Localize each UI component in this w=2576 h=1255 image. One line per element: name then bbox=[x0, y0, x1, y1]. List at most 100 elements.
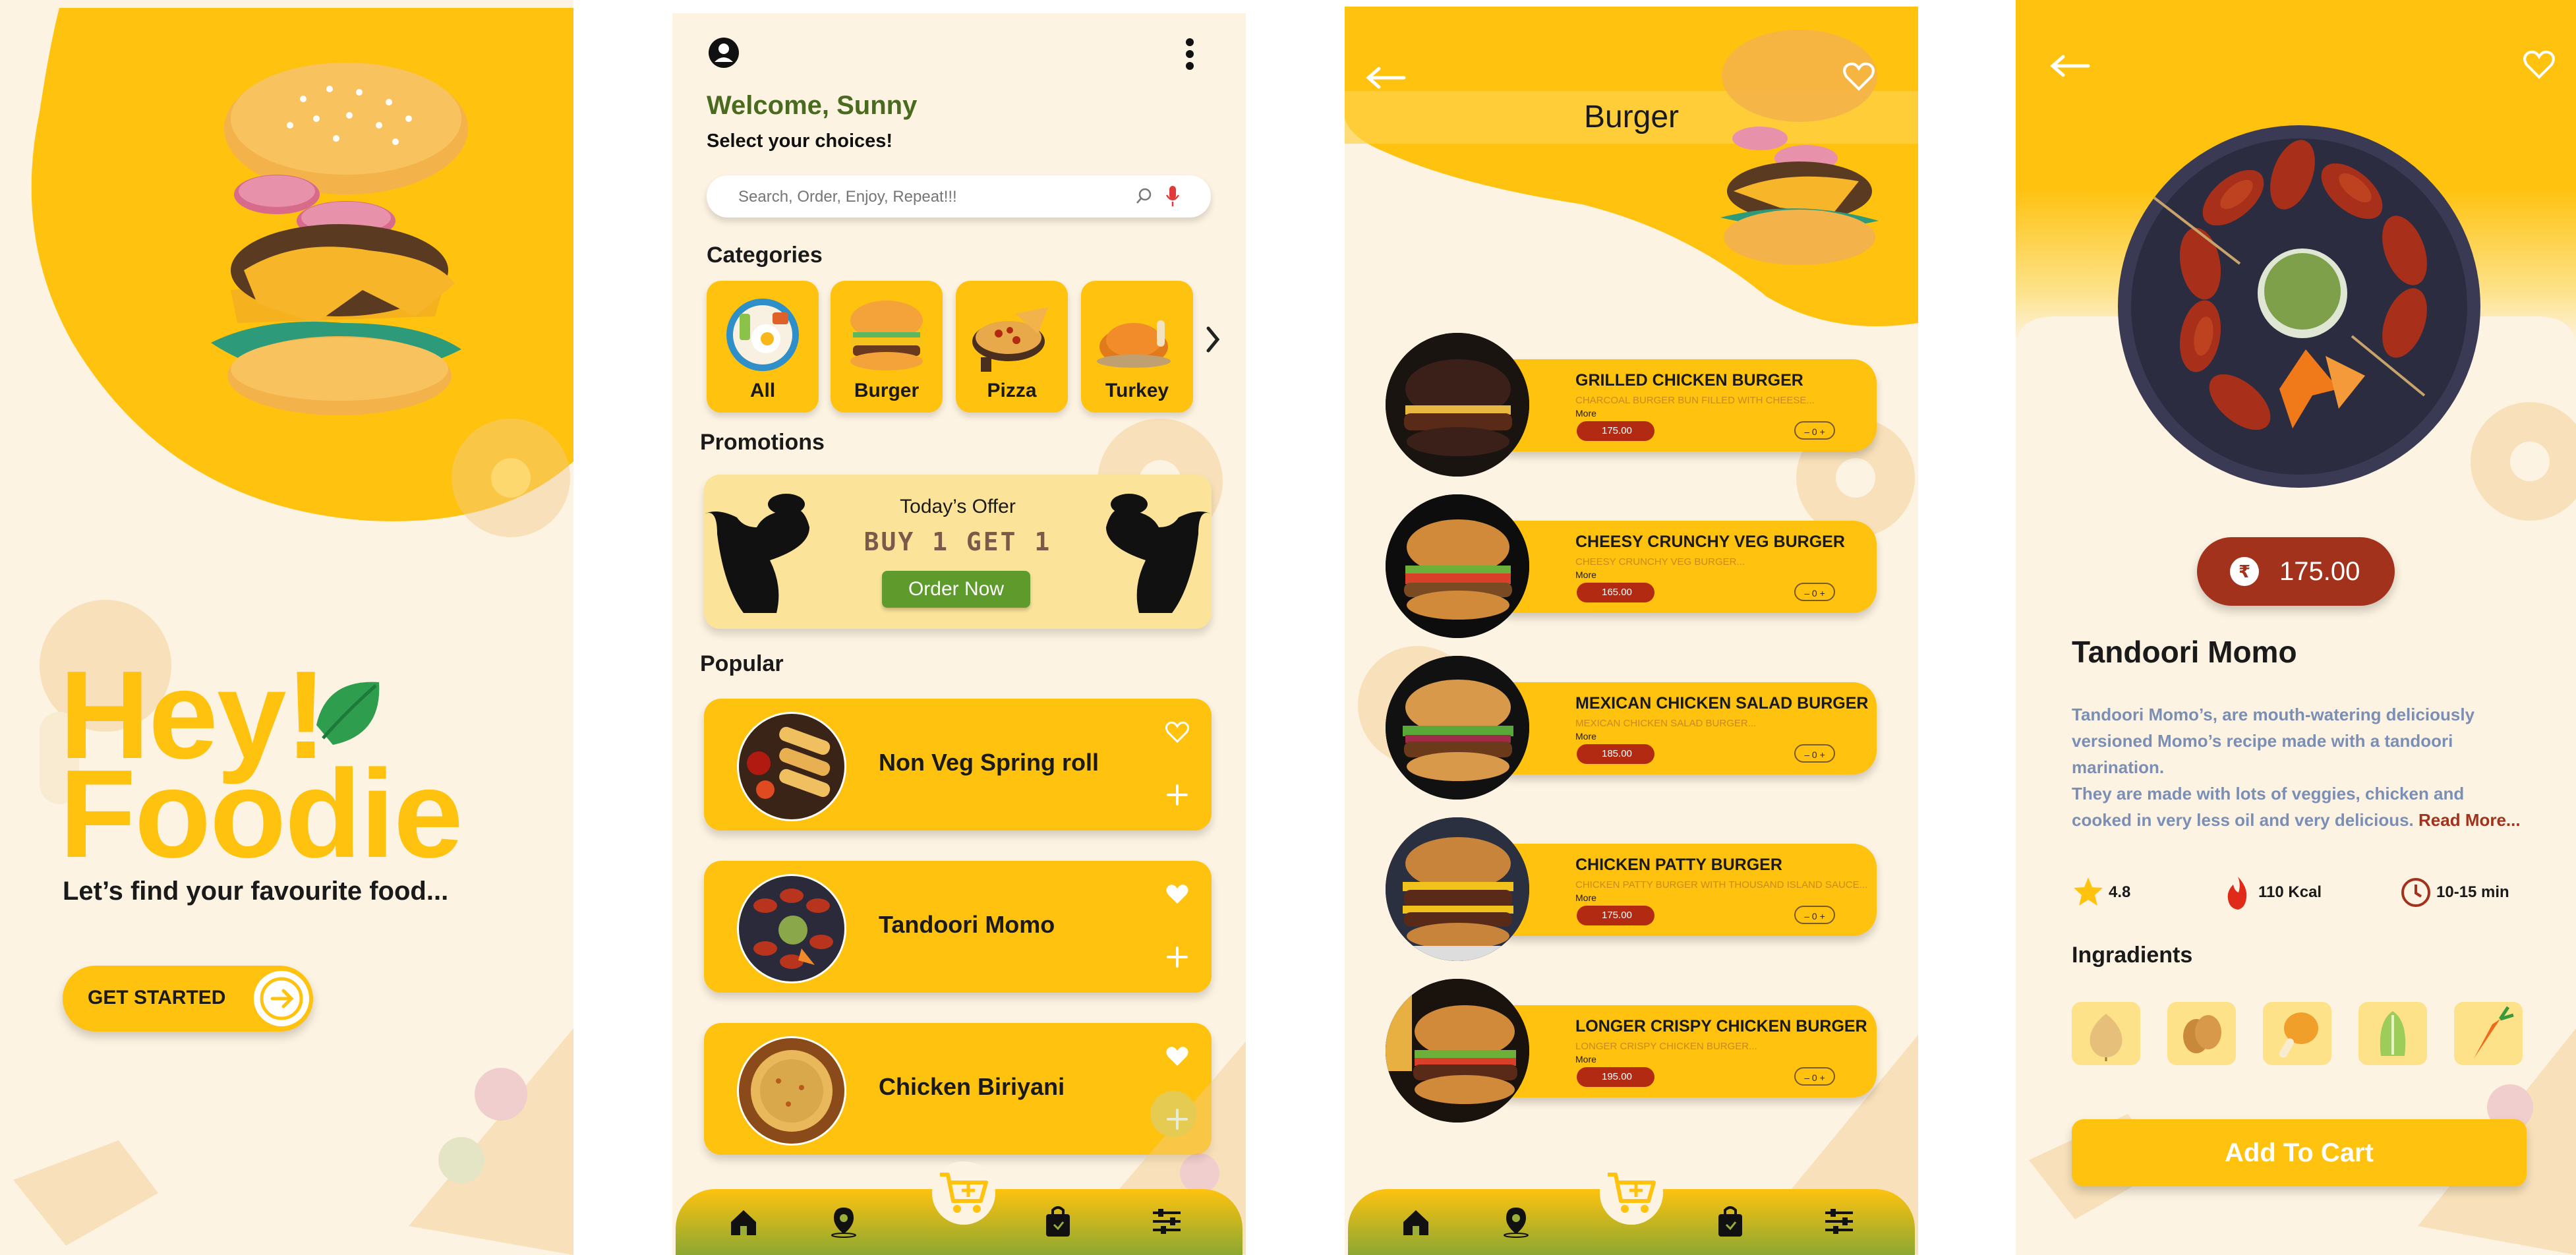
burger-item[interactable]: CHEESY CRUNCHY VEG BURGER CHEESY CRUNCHY… bbox=[1386, 494, 1877, 638]
more-link[interactable]: More bbox=[1575, 408, 1596, 419]
home-screen: Welcome, Sunny Select your choices! Cate… bbox=[672, 13, 1246, 1255]
back-arrow-icon[interactable] bbox=[2049, 53, 2091, 79]
cart-button[interactable] bbox=[1598, 1160, 1664, 1226]
price-badge: 185.00 bbox=[1577, 744, 1654, 764]
food-image bbox=[737, 1036, 846, 1146]
cart-button[interactable] bbox=[931, 1160, 997, 1226]
profile-icon[interactable] bbox=[707, 36, 741, 70]
welcome-title: Welcome, Sunny bbox=[707, 91, 918, 120]
burger-photo bbox=[1386, 333, 1529, 477]
heart-outline-icon[interactable] bbox=[2523, 50, 2555, 79]
more-link[interactable]: More bbox=[1575, 892, 1596, 903]
plate-icon bbox=[726, 299, 799, 371]
location-icon[interactable] bbox=[829, 1205, 859, 1238]
read-more-link[interactable]: Read More... bbox=[2418, 810, 2521, 830]
rating-value: 4.8 bbox=[2109, 883, 2131, 901]
more-link[interactable]: More bbox=[1575, 731, 1596, 742]
lettuce-icon bbox=[2380, 1011, 2406, 1056]
get-started-label: GET STARTED bbox=[88, 987, 226, 1008]
heart-outline-icon[interactable] bbox=[1165, 721, 1189, 744]
chevron-right-icon[interactable] bbox=[1203, 323, 1223, 356]
momo-plate-image bbox=[2118, 125, 2480, 488]
ingredient-potato bbox=[2167, 1002, 2236, 1065]
home-icon[interactable] bbox=[1401, 1208, 1431, 1237]
add-icon[interactable] bbox=[1165, 945, 1189, 969]
search-bar bbox=[707, 175, 1211, 218]
description-para2: They are made with lots of veggies, chic… bbox=[2072, 784, 2465, 830]
add-icon[interactable] bbox=[1165, 783, 1189, 807]
time-stat: 10-15 min bbox=[2399, 875, 2509, 912]
promo-banner[interactable]: Today’s Offer BUY 1 GET 1 Order Now bbox=[704, 475, 1212, 629]
food-name: Non Veg Spring roll bbox=[879, 749, 1099, 776]
burger-item[interactable]: CHICKEN PATTY BURGER CHICKEN PATTY BURGE… bbox=[1386, 817, 1877, 961]
price-value: 195.00 bbox=[1602, 1071, 1632, 1082]
welcome-subtitle: Select your choices! bbox=[707, 131, 893, 152]
filter-icon[interactable] bbox=[1823, 1206, 1856, 1237]
carrot-icon bbox=[2474, 1006, 2514, 1059]
quantity-stepper[interactable]: – 0 + bbox=[1794, 583, 1835, 601]
quantity-stepper[interactable]: – 0 + bbox=[1794, 1067, 1835, 1086]
burger-photo bbox=[1386, 656, 1529, 800]
location-icon[interactable] bbox=[1501, 1205, 1531, 1238]
heart-filled-icon[interactable] bbox=[1165, 883, 1189, 906]
popular-title: Popular bbox=[700, 651, 784, 676]
search-icon[interactable] bbox=[1135, 187, 1154, 206]
category-label: Burger bbox=[854, 380, 920, 401]
more-link[interactable]: More bbox=[1575, 1054, 1596, 1065]
ingredient-onion bbox=[2072, 1002, 2140, 1065]
donut-decoration bbox=[452, 419, 570, 537]
pizza-decoration bbox=[409, 1028, 573, 1255]
quantity-stepper[interactable]: – 0 + bbox=[1794, 421, 1835, 440]
category-label: Turkey bbox=[1105, 380, 1169, 401]
category-turkey[interactable]: Turkey bbox=[1081, 281, 1193, 413]
category-pizza[interactable]: Pizza bbox=[956, 281, 1068, 413]
quantity-stepper[interactable]: – 0 + bbox=[1794, 906, 1835, 924]
price-badge: 165.00 bbox=[1577, 583, 1654, 602]
price-value: 175.00 bbox=[1602, 425, 1632, 436]
burger-illustration bbox=[211, 63, 468, 415]
home-icon[interactable] bbox=[728, 1208, 759, 1237]
more-link[interactable]: More bbox=[1575, 569, 1596, 580]
category-burger[interactable]: Burger bbox=[831, 281, 943, 413]
burger-desc: CHARCOAL BURGER BUN FILLED WITH CHEESE..… bbox=[1575, 395, 1815, 406]
price-badge: 175.00 bbox=[1577, 906, 1654, 925]
ingredient-carrot bbox=[2454, 1002, 2523, 1065]
dish-description: Tandoori Momo’s, are mouth-watering deli… bbox=[2072, 701, 2527, 833]
back-arrow-icon[interactable] bbox=[1364, 65, 1407, 91]
bag-icon[interactable] bbox=[1716, 1205, 1745, 1238]
time-value: 10-15 min bbox=[2436, 883, 2509, 901]
burger-item[interactable]: GRILLED CHICKEN BURGER CHARCOAL BURGER B… bbox=[1386, 333, 1877, 477]
turkey-icon bbox=[1097, 320, 1171, 368]
filter-icon[interactable] bbox=[1150, 1206, 1183, 1237]
dish-title: Tandoori Momo bbox=[2072, 635, 2297, 669]
burger-icon bbox=[850, 301, 923, 370]
add-to-cart-button[interactable]: Add To Cart bbox=[2072, 1119, 2527, 1186]
bag-icon[interactable] bbox=[1043, 1205, 1072, 1238]
calories-stat: 110 Kcal bbox=[2221, 875, 2322, 912]
popular-item[interactable]: Non Veg Spring roll bbox=[704, 699, 1212, 831]
food-image bbox=[737, 874, 846, 983]
leaf-icon bbox=[316, 682, 380, 745]
order-now-button[interactable]: Order Now bbox=[882, 571, 1030, 608]
microphone-icon[interactable] bbox=[1164, 185, 1181, 208]
onion-icon bbox=[2090, 1014, 2122, 1061]
calories-value: 110 Kcal bbox=[2258, 883, 2322, 901]
star-icon bbox=[2074, 877, 2103, 906]
get-started-button[interactable]: GET STARTED bbox=[63, 966, 313, 1032]
burger-item[interactable]: LONGER CRISPY CHICKEN BURGER LONGER CRIS… bbox=[1386, 979, 1877, 1123]
price-pill: ₹ 175.00 bbox=[2197, 537, 2395, 606]
kebab-menu-icon[interactable] bbox=[1180, 37, 1200, 71]
search-input[interactable] bbox=[737, 186, 1135, 208]
burger-name: CHEESY CRUNCHY VEG BURGER bbox=[1575, 533, 1845, 551]
burger-item[interactable]: MEXICAN CHICKEN SALAD BURGER MEXICAN CHI… bbox=[1386, 656, 1877, 800]
category-all[interactable]: All bbox=[707, 281, 819, 413]
burger-list-screen: Burger GRILLED CHICKEN BURGER CHARCOAL B… bbox=[1345, 7, 1918, 1255]
popular-item[interactable]: Tandoori Momo bbox=[704, 861, 1212, 993]
ingredient-chicken bbox=[2263, 1002, 2331, 1065]
price-value: 165.00 bbox=[1602, 587, 1632, 598]
food-name: Chicken Biriyani bbox=[879, 1073, 1065, 1100]
heart-outline-icon[interactable] bbox=[1843, 62, 1875, 91]
food-detail-screen: ₹ 175.00 Tandoori Momo Tandoori Momo’s, … bbox=[2016, 0, 2576, 1255]
category-label: All bbox=[749, 380, 776, 401]
quantity-stepper[interactable]: – 0 + bbox=[1794, 744, 1835, 763]
